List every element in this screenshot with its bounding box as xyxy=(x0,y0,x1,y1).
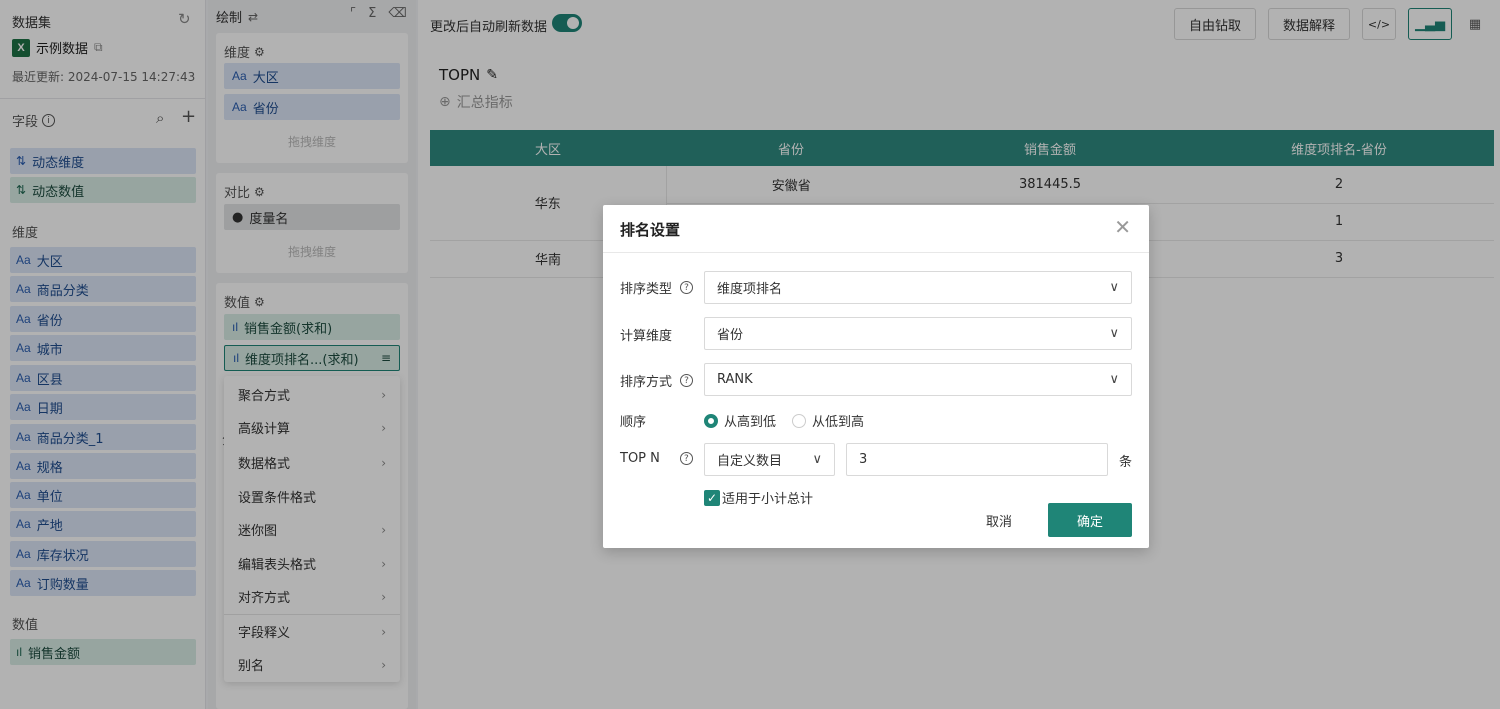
dialog-title: 排名设置 xyxy=(620,221,681,239)
sort-type-select[interactable]: 维度项排名 ∨ xyxy=(704,271,1132,304)
chevron-down-icon: ∨ xyxy=(1109,372,1119,387)
chevron-down-icon: ∨ xyxy=(1109,280,1119,295)
dialog-divider xyxy=(603,252,1149,253)
close-icon[interactable]: ✕ xyxy=(1114,217,1131,237)
checkbox-checked-icon: ✓ xyxy=(704,489,720,506)
rank-settings-dialog: 排名设置 ✕ 排序类型? 维度项排名 ∨ 计算维度 省份 ∨ 排序方式? RANK ∨… xyxy=(603,205,1149,548)
sort-method-label: 排序方式? xyxy=(620,371,694,390)
topn-unit: 条 xyxy=(1119,455,1133,470)
calc-dimension-select[interactable]: 省份 ∨ xyxy=(704,317,1132,350)
sort-type-label: 排序类型? xyxy=(620,278,694,297)
order-desc-radio[interactable]: 从高到低 xyxy=(704,411,776,430)
subtotal-checkbox[interactable]: ✓ 适用于小计总计 xyxy=(704,488,813,507)
topn-count-input[interactable]: 3 xyxy=(846,443,1108,476)
topn-label: TOP N? xyxy=(620,451,693,466)
calc-dimension-label: 计算维度 xyxy=(620,329,673,344)
confirm-button[interactable]: 确定 xyxy=(1048,503,1132,537)
sort-method-select[interactable]: RANK ∨ xyxy=(704,363,1132,396)
help-icon[interactable]: ? xyxy=(680,374,694,387)
radio-checked-icon xyxy=(704,413,718,428)
chevron-down-icon: ∨ xyxy=(812,452,822,467)
order-radio-group: 从高到低 从低到高 xyxy=(704,411,864,430)
order-label: 顺序 xyxy=(620,415,647,430)
chevron-down-icon: ∨ xyxy=(1109,326,1119,341)
topn-mode-select[interactable]: 自定义数目 ∨ xyxy=(704,443,835,476)
help-icon[interactable]: ? xyxy=(679,452,693,465)
radio-unchecked-icon xyxy=(792,413,807,428)
order-asc-radio[interactable]: 从低到高 xyxy=(792,411,864,430)
cancel-button[interactable]: 取消 xyxy=(969,503,1029,537)
help-icon[interactable]: ? xyxy=(680,281,694,294)
